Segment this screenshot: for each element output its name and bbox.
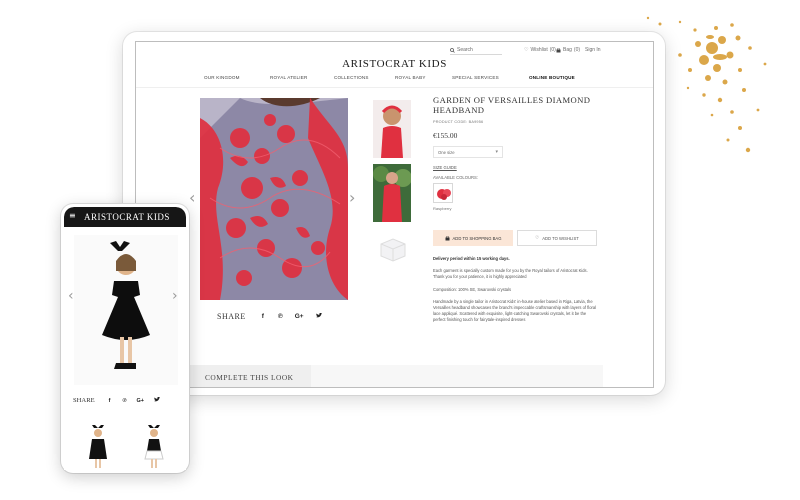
add-to-wishlist-label: ADD TO WISHLIST <box>542 235 579 241</box>
gallery-prev-arrow[interactable]: ‹ <box>189 190 195 206</box>
wishlist-link[interactable]: ♡ Wishlist (0) <box>524 47 556 53</box>
colour-swatch-raspberry[interactable] <box>433 183 453 204</box>
description-custom-made: Each garment is specially custom made fo… <box>433 268 588 280</box>
add-to-bag-label: ADD TO SHOPPING BAG <box>452 235 502 241</box>
phone-share-bar: SHARE f ℗ G+ <box>73 396 181 404</box>
bag-count: (0) <box>573 47 581 53</box>
tablet-screen: Search ♡ Wishlist (0) Bag (0) Sign In AR… <box>135 41 654 388</box>
add-to-wishlist-button[interactable]: ♡ ADD TO WISHLIST <box>517 230 597 246</box>
bag-label: Bag <box>563 47 572 53</box>
colour-name: Raspberry <box>433 206 452 212</box>
search-icon <box>450 47 455 53</box>
add-to-bag-button[interactable]: ADD TO SHOPPING BAG <box>433 230 513 246</box>
search-underline <box>450 54 502 55</box>
size-guide-link[interactable]: SIZE GUIDE <box>433 165 601 170</box>
product-price: €155.00 <box>433 131 458 141</box>
twitter-icon[interactable] <box>154 396 161 404</box>
search-box[interactable]: Search <box>450 47 502 55</box>
product-info: GARDEN OF VERSAILLES DIAMOND HEADBAND PR… <box>433 95 601 212</box>
nav-item-our-kingdom[interactable]: OUR KINGDOM <box>204 75 240 80</box>
nav-item-royal-atelier[interactable]: ROYAL ATELIER <box>270 75 308 80</box>
search-placeholder: Search <box>457 47 473 53</box>
nav-item-online-boutique[interactable]: ONLINE BOUTIQUE <box>529 75 575 80</box>
nav-item-collections[interactable]: COLLECTIONS <box>334 75 369 80</box>
bag-link[interactable]: Bag (0) <box>556 47 580 53</box>
pinterest-icon[interactable]: ℗ <box>122 398 126 404</box>
product-description: Delivery period within 15 working days. … <box>433 256 599 330</box>
size-select[interactable]: One size ▾ <box>433 146 503 159</box>
phone-look-thumbnail-2[interactable] <box>142 425 166 470</box>
delivery-note: Delivery period within 15 working days. <box>433 256 510 261</box>
phone-gallery-prev-arrow[interactable]: ‹ <box>68 289 74 303</box>
size-select-value: One size <box>438 150 455 156</box>
heart-icon: ♡ <box>524 47 529 53</box>
phone-logo[interactable]: ARISTOCRAT KIDS <box>84 212 170 222</box>
product-main-image <box>200 98 348 300</box>
utility-bar: Search ♡ Wishlist (0) Bag (0) Sign In <box>136 44 653 56</box>
share-label: SHARE <box>217 312 246 321</box>
twitter-icon[interactable] <box>315 312 322 320</box>
product-thumbnail-box[interactable] <box>377 232 409 264</box>
available-colours-label: AVAILABLE COLOURS: <box>433 175 478 181</box>
complete-look-section: COMPLETE THIS LOOK <box>189 365 603 387</box>
phone-device: ≡ ARISTOCRAT KIDS ‹ › SHARE f ℗ G+ <box>61 204 189 473</box>
pinterest-icon[interactable]: ℗ <box>278 313 283 320</box>
nav-item-special-services[interactable]: SPECIAL SERVICES <box>452 75 499 80</box>
gallery-next-arrow[interactable]: › <box>349 190 355 206</box>
nav-divider <box>136 87 653 88</box>
phone-product-image <box>74 235 178 385</box>
share-bar: SHARE f ℗ G+ <box>217 312 327 321</box>
wishlist-label: Wishlist <box>530 47 548 53</box>
product-title: GARDEN OF VERSAILLES DIAMOND HEADBAND <box>433 95 591 115</box>
composition-text: Composition: 100% SE, Swarovski crystals <box>433 286 512 292</box>
tablet-device: Search ♡ Wishlist (0) Bag (0) Sign In AR… <box>123 32 665 395</box>
facebook-icon[interactable]: f <box>262 313 264 320</box>
action-buttons: ADD TO SHOPPING BAG ♡ ADD TO WISHLIST <box>433 230 603 246</box>
bag-icon <box>445 235 450 240</box>
hamburger-menu-icon[interactable]: ≡ <box>69 211 76 220</box>
heart-icon: ♡ <box>535 235 540 241</box>
nav-item-royal-baby[interactable]: ROYAL BABY <box>395 75 426 80</box>
phone-header: ≡ ARISTOCRAT KIDS <box>64 207 186 227</box>
complete-look-tab[interactable]: COMPLETE THIS LOOK <box>189 365 311 387</box>
phone-look-thumbnail-1[interactable] <box>86 425 110 470</box>
phone-gallery-next-arrow[interactable]: › <box>172 289 178 303</box>
google-plus-icon[interactable]: G+ <box>137 398 145 404</box>
product-thumbnail-1[interactable] <box>373 100 411 158</box>
chevron-down-icon: ▾ <box>495 149 498 156</box>
phone-screen: ≡ ARISTOCRAT KIDS ‹ › SHARE f ℗ G+ <box>64 207 186 470</box>
site-logo[interactable]: ARISTOCRAT KIDS <box>136 58 653 70</box>
signin-link[interactable]: Sign In <box>585 47 601 53</box>
description-handmade: Handmade by a single tailor in Aristocra… <box>433 298 597 323</box>
product-code: PRODUCT CODE: BA9956 <box>433 120 484 125</box>
wishlist-count: (0) <box>549 47 556 53</box>
phone-share-label: SHARE <box>73 397 95 404</box>
bag-icon <box>556 47 561 52</box>
facebook-icon[interactable]: f <box>109 398 111 404</box>
main-nav: OUR KINGDOM ROYAL ATELIER COLLECTIONS RO… <box>136 75 653 85</box>
product-thumbnail-2[interactable] <box>373 164 411 222</box>
google-plus-icon[interactable]: G+ <box>295 313 304 320</box>
